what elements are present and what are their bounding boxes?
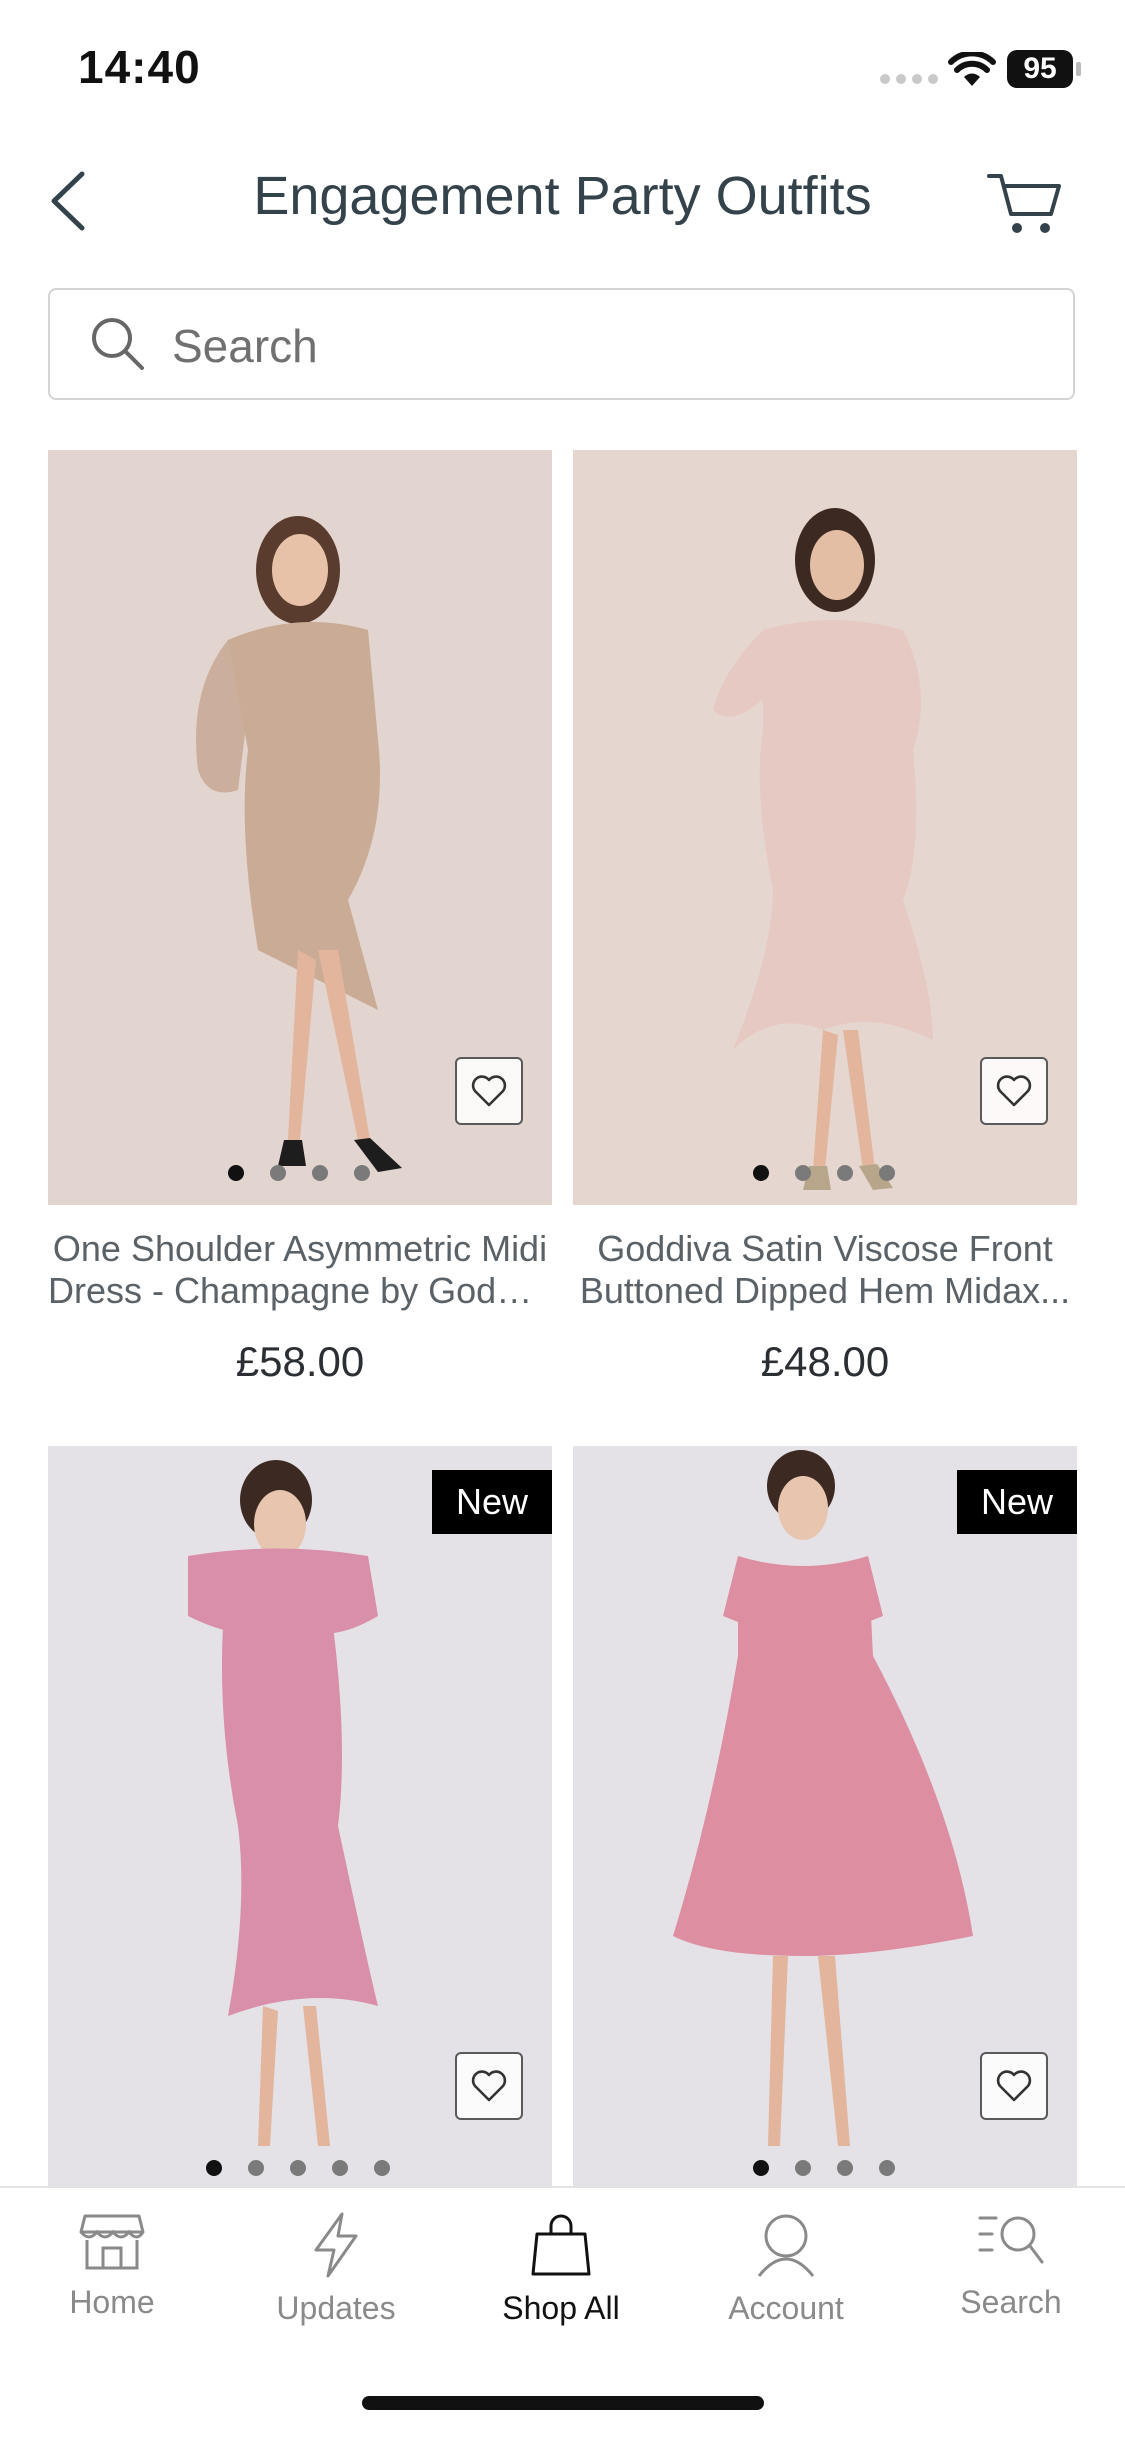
- tab-label: Updates: [276, 2290, 396, 2326]
- image-pagination-dots[interactable]: [228, 1165, 370, 1181]
- shopping-bag-icon: [531, 2214, 591, 2276]
- search-list-icon: [978, 2216, 1044, 2264]
- tab-label: Account: [728, 2290, 844, 2326]
- image-pagination-dots[interactable]: [753, 1165, 895, 1181]
- pagination-dot[interactable]: [795, 1165, 811, 1181]
- image-pagination-dots[interactable]: [753, 2160, 895, 2176]
- wishlist-button[interactable]: [980, 2052, 1048, 2120]
- back-arrow-icon[interactable]: [42, 166, 102, 236]
- page-title: Engagement Party Outfits: [253, 166, 872, 226]
- store-icon: [79, 2214, 145, 2270]
- battery-level: 95: [1007, 50, 1073, 88]
- tab-label: Search: [960, 2284, 1062, 2320]
- tab-home[interactable]: Home: [12, 2212, 212, 2321]
- wifi-icon: [948, 52, 996, 86]
- user-icon: [757, 2214, 815, 2277]
- pagination-dot[interactable]: [228, 1165, 244, 1181]
- home-indicator: [362, 2396, 764, 2410]
- lightning-icon: [314, 2212, 358, 2278]
- product-name: Goddiva Satin Viscose Front Buttoned Dip…: [579, 1228, 1071, 1311]
- cellular-signal-icon: [880, 74, 938, 84]
- heart-icon: [471, 2070, 507, 2102]
- pagination-dot[interactable]: [837, 2160, 853, 2176]
- pagination-dot[interactable]: [795, 2160, 811, 2176]
- cart-icon[interactable]: [985, 166, 1065, 238]
- pagination-dot[interactable]: [290, 2160, 306, 2176]
- product-price: £48.00: [760, 1338, 890, 1385]
- pagination-dot[interactable]: [753, 1165, 769, 1181]
- pagination-dot[interactable]: [374, 2160, 390, 2176]
- wishlist-button[interactable]: [455, 2052, 523, 2120]
- product-name: One Shoulder Asymmetric Midi Dress - Cha…: [48, 1228, 552, 1311]
- image-pagination-dots[interactable]: [206, 2160, 390, 2176]
- pagination-dot[interactable]: [332, 2160, 348, 2176]
- tab-updates[interactable]: Updates: [236, 2212, 436, 2327]
- battery-icon: [1076, 62, 1081, 76]
- pagination-dot[interactable]: [270, 1165, 286, 1181]
- status-bar: 14:40 95: [0, 0, 1125, 140]
- tab-account[interactable]: Account: [686, 2212, 886, 2327]
- tab-label: Shop All: [502, 2290, 620, 2326]
- pagination-dot[interactable]: [248, 2160, 264, 2176]
- search-bar[interactable]: [48, 288, 1075, 400]
- pagination-dot[interactable]: [354, 1165, 370, 1181]
- pagination-dot[interactable]: [879, 2160, 895, 2176]
- status-time: 14:40: [78, 41, 201, 93]
- header: Engagement Party Outfits: [0, 140, 1125, 260]
- product-price: £58.00: [235, 1338, 365, 1385]
- pagination-dot[interactable]: [312, 1165, 328, 1181]
- heart-icon: [471, 1075, 507, 1107]
- pagination-dot[interactable]: [753, 2160, 769, 2176]
- pagination-dot[interactable]: [879, 1165, 895, 1181]
- new-badge: New: [432, 1470, 552, 1534]
- heart-icon: [996, 2070, 1032, 2102]
- pagination-dot[interactable]: [206, 2160, 222, 2176]
- pagination-dot[interactable]: [837, 1165, 853, 1181]
- wishlist-button[interactable]: [455, 1057, 523, 1125]
- tab-label: Home: [69, 2284, 155, 2320]
- search-icon: [92, 318, 144, 370]
- heart-icon: [996, 1075, 1032, 1107]
- tab-shop-all[interactable]: Shop All: [461, 2212, 661, 2327]
- tab-search[interactable]: Search: [911, 2212, 1111, 2321]
- wishlist-button[interactable]: [980, 1057, 1048, 1125]
- search-input[interactable]: [170, 310, 1054, 382]
- new-badge: New: [957, 1470, 1077, 1534]
